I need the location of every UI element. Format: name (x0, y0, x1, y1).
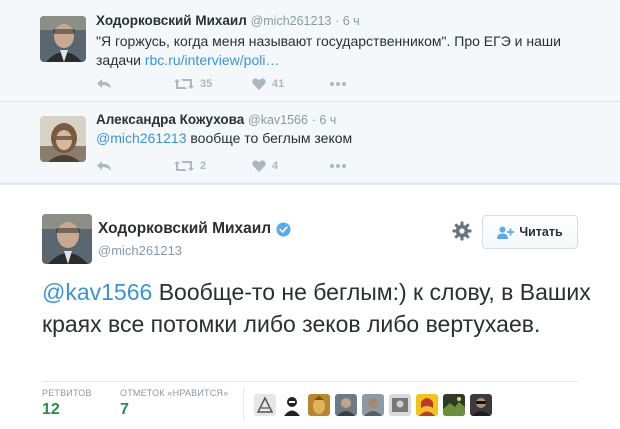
more-icon (330, 164, 346, 168)
follow-button[interactable]: Читать (482, 215, 578, 249)
verified-badge-icon (276, 221, 291, 237)
liker-avatar-6[interactable] (389, 394, 411, 416)
tweet-actions: 35 41 (96, 75, 396, 93)
more-button[interactable] (330, 157, 346, 175)
retweet-icon (174, 161, 194, 171)
author-handle[interactable]: @mich261213 (98, 243, 182, 258)
main-tweet: Ходорковский Михаил @mich261213 Читать @… (0, 184, 620, 429)
liker-avatar-3[interactable] (308, 394, 330, 416)
reply-icon (97, 161, 111, 171)
tweet-text-body: вообще то беглым зеком (186, 130, 353, 146)
liker-avatar-4[interactable] (335, 394, 357, 416)
liker-avatar-7[interactable] (416, 394, 438, 416)
author-handle[interactable]: @kav1566 (248, 113, 308, 127)
author-handle[interactable]: @mich261213 (251, 14, 332, 28)
like-count: 41 (272, 78, 285, 90)
reply-button[interactable] (96, 75, 112, 93)
author-name[interactable]: Александра Кожухова (96, 112, 244, 127)
add-user-icon (497, 226, 515, 239)
retweet-icon (174, 79, 194, 89)
tweet-actions: 2 4 (96, 157, 396, 175)
liker-avatar-9[interactable] (470, 394, 492, 416)
reply-button[interactable] (96, 157, 112, 175)
liker-avatars (254, 394, 492, 416)
tweet-text: @mich261213 вообще то беглым зеком (96, 129, 596, 148)
retweet-button[interactable]: 2 (174, 157, 206, 175)
likes-label: ОТМЕТОК «НРАВИТСЯ» (120, 388, 229, 398)
like-button[interactable]: 41 (252, 75, 284, 93)
author-name-text: Ходорковский Михаил (98, 220, 272, 237)
tweet-time[interactable]: · 6 ч (312, 113, 337, 127)
mention-link[interactable]: @mich261213 (96, 130, 187, 146)
retweets-stat[interactable]: РЕТВИТОВ 12 (42, 388, 92, 419)
likes-value: 7 (120, 401, 129, 418)
thread-tweet-1[interactable]: Ходорковский Михаил @mich261213 · 6 ч "Я… (0, 0, 620, 102)
liker-avatar-2[interactable] (281, 394, 303, 416)
more-icon (330, 82, 346, 86)
avatar[interactable] (42, 214, 92, 264)
retweet-count: 35 (200, 78, 213, 90)
reply-icon (97, 79, 111, 89)
follow-label: Читать (519, 225, 563, 239)
stats-separator (243, 388, 244, 420)
heart-icon (252, 78, 266, 90)
tweet-time[interactable]: · 6 ч (335, 14, 360, 28)
tweet-text: "Я горжусь, когда меня называют государс… (96, 32, 596, 70)
thread-tweet-2[interactable]: Александра Кожухова @kav1566 · 6 ч @mich… (0, 102, 620, 184)
tweet-text: @kav1566 Вообще-то не беглым:) к слову, … (42, 277, 602, 340)
author-name[interactable]: Ходорковский Михаил (98, 220, 291, 238)
tweet-link[interactable]: rbc.ru/interview/poli… (145, 52, 280, 68)
like-button[interactable]: 4 (252, 157, 278, 175)
liker-avatar-1[interactable] (254, 394, 276, 416)
heart-icon (252, 160, 266, 172)
more-button[interactable] (330, 75, 346, 93)
likes-stat[interactable]: ОТМЕТОК «НРАВИТСЯ» 7 (120, 388, 228, 419)
avatar[interactable] (40, 116, 86, 162)
liker-avatar-8[interactable] (443, 394, 465, 416)
author-name[interactable]: Ходорковский Михаил (96, 13, 247, 28)
like-count: 4 (272, 160, 279, 172)
retweet-button[interactable]: 35 (174, 75, 212, 93)
gear-icon[interactable] (452, 221, 472, 241)
retweets-value: 12 (42, 401, 60, 418)
stats-divider (42, 381, 578, 382)
liker-avatar-5[interactable] (362, 394, 384, 416)
mention-link[interactable]: @kav1566 (42, 279, 152, 305)
avatar[interactable] (40, 16, 86, 62)
retweet-count: 2 (200, 160, 207, 172)
retweets-label: РЕТВИТОВ (42, 388, 92, 398)
